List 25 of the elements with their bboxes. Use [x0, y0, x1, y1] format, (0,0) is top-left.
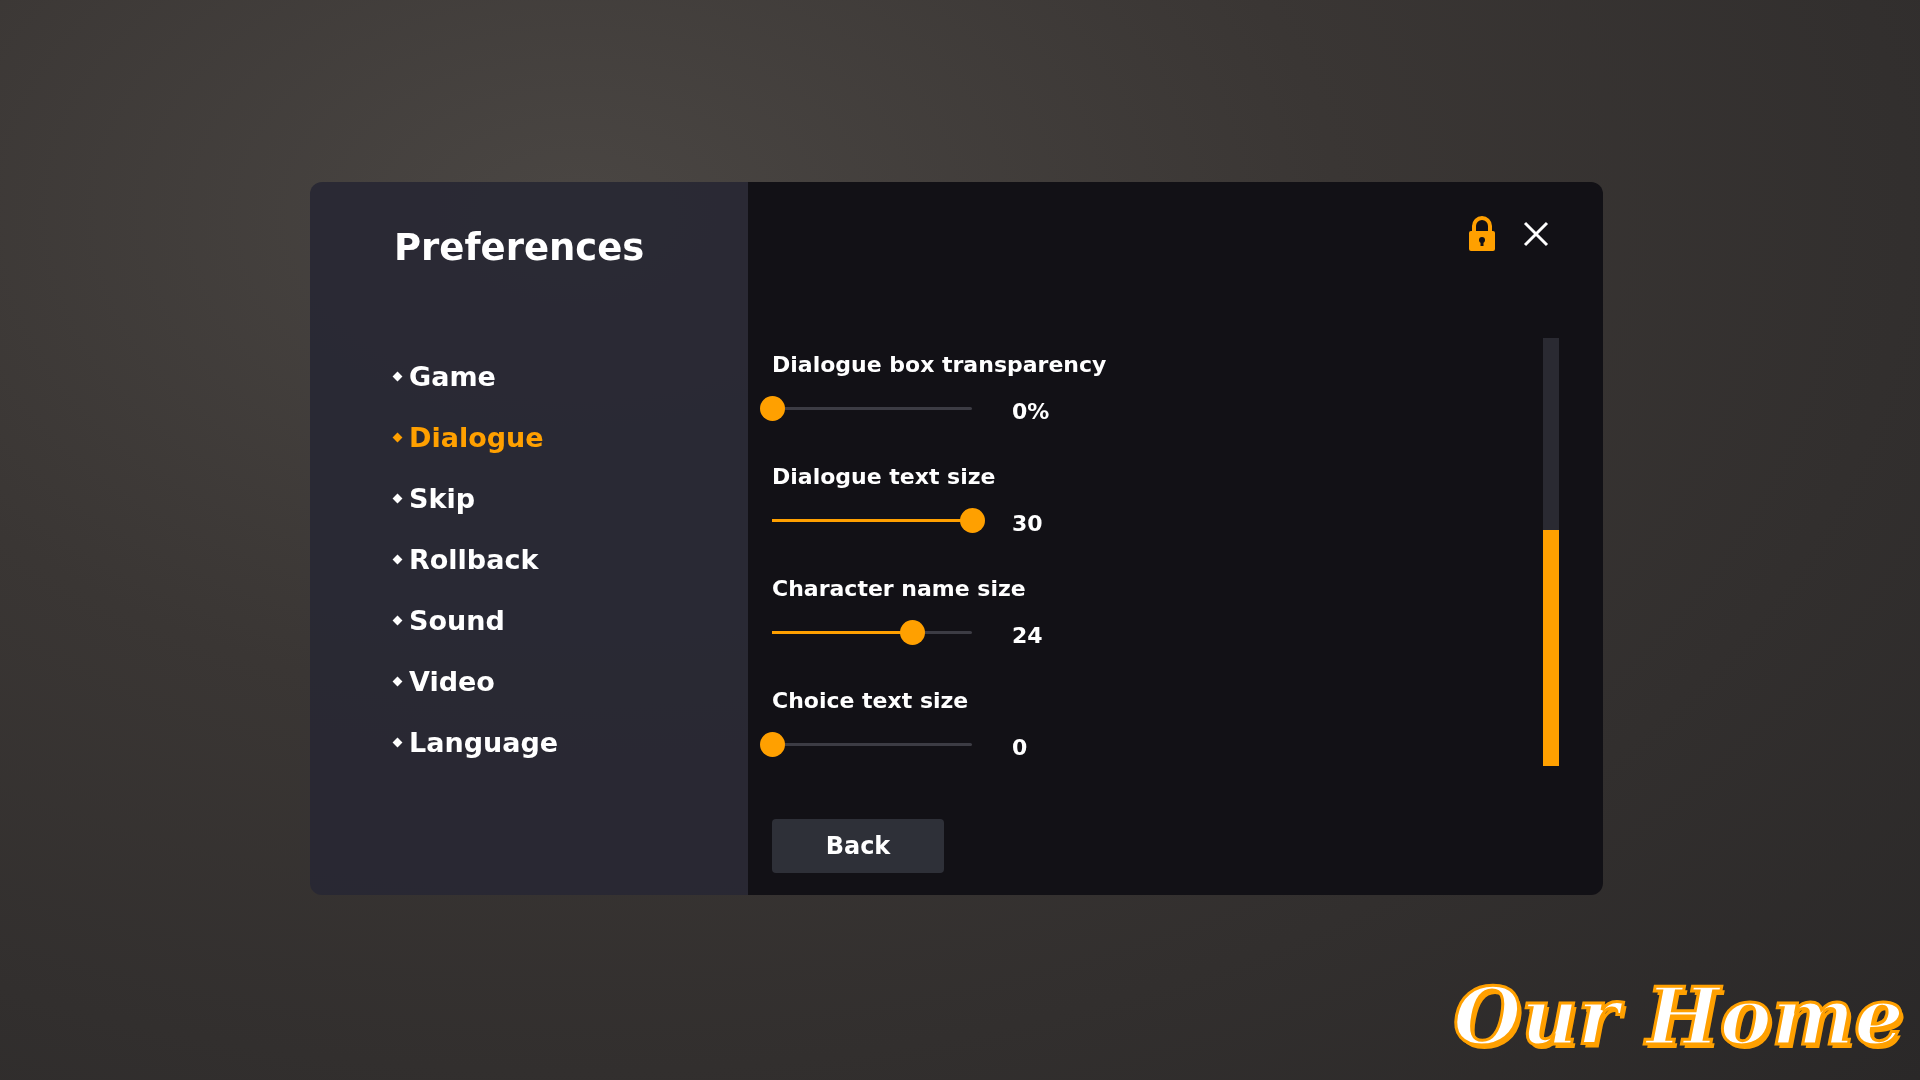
- slider-value: 0: [1012, 735, 1028, 760]
- nav-item[interactable]: Sound: [394, 605, 505, 636]
- scrollbar[interactable]: [1543, 338, 1559, 766]
- slider-thumb[interactable]: [760, 396, 785, 421]
- lock-icon[interactable]: [1467, 216, 1497, 252]
- setting-label: Dialogue box transparency: [772, 352, 1108, 377]
- slider-thumb[interactable]: [900, 620, 925, 645]
- slider-value: 30: [1012, 511, 1043, 536]
- slider-value: 0%: [1012, 399, 1050, 424]
- setting-label: Character name size: [772, 576, 1027, 601]
- setting-label: Choice text size: [772, 688, 970, 713]
- nav-item[interactable]: Skip: [394, 483, 475, 514]
- back-button[interactable]: Back: [772, 819, 944, 873]
- nav-item[interactable]: Game: [394, 361, 496, 392]
- close-icon[interactable]: [1523, 221, 1549, 247]
- slider-thumb[interactable]: [960, 508, 985, 533]
- slider-value: 24: [1012, 623, 1043, 648]
- panel-title: Preferences: [394, 226, 646, 269]
- nav-item[interactable]: Video: [394, 666, 495, 697]
- nav-item[interactable]: Rollback: [394, 544, 539, 575]
- game-logo: Our Home: [1453, 971, 1904, 1062]
- slider-thumb[interactable]: [760, 732, 785, 757]
- nav-item[interactable]: Language: [394, 727, 559, 758]
- setting-label: Dialogue text size: [772, 464, 997, 489]
- nav-item[interactable]: Dialogue: [394, 422, 544, 453]
